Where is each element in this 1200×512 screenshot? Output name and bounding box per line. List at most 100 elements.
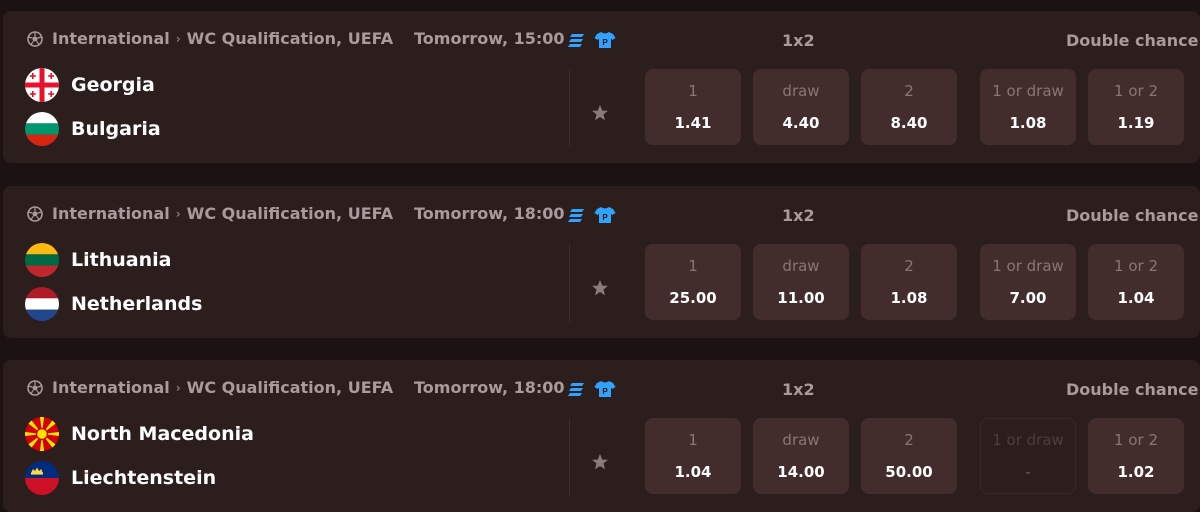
odds-button-draw[interactable]: draw 11.00 — [753, 244, 849, 320]
match-time: Tomorrow, 18:00 — [414, 204, 565, 223]
odds-button-draw[interactable]: draw 14.00 — [753, 418, 849, 494]
odds-value: 1.08 — [890, 289, 928, 307]
odds-button-away-win[interactable]: 2 8.40 — [861, 69, 957, 145]
odds-button-away-win[interactable]: 2 1.08 — [861, 244, 957, 320]
divider — [569, 418, 570, 496]
league-breadcrumb[interactable]: International › WC Qualification, UEFA — [52, 29, 400, 48]
away-team[interactable]: Liechtenstein — [25, 461, 216, 495]
odds-value: 25.00 — [669, 289, 717, 307]
odds-label: 1 or 2 — [1114, 82, 1158, 100]
odds-button-home-or-away[interactable]: 1 or 2 1.04 — [1088, 244, 1184, 320]
league-name: WC Qualification, UEFA — [186, 204, 394, 223]
league-name: WC Qualification, UEFA — [186, 378, 394, 397]
match-header: International › WC Qualification, UEFA Tom… — [3, 11, 1200, 71]
lineup-badge: P — [602, 213, 608, 222]
odds-value: 1.04 — [1117, 289, 1155, 307]
odds-label: 1 or 2 — [1114, 431, 1158, 449]
away-team[interactable]: Netherlands — [25, 287, 202, 321]
odds-button-away-win[interactable]: 2 50.00 — [861, 418, 957, 494]
home-team[interactable]: Lithuania — [25, 243, 171, 277]
match-time: Tomorrow, 15:00 — [414, 29, 565, 48]
odds-button-home-or-draw-disabled: 1 or draw - — [980, 418, 1076, 494]
star-icon[interactable] — [589, 277, 611, 299]
soccer-ball-icon — [27, 380, 43, 396]
match-time: Tomorrow, 18:00 — [414, 378, 565, 397]
odds-label: 2 — [904, 82, 914, 100]
home-team[interactable]: Georgia — [25, 68, 155, 102]
away-team-name: Liechtenstein — [71, 467, 217, 489]
odds-button-home-or-draw[interactable]: 1 or draw 7.00 — [980, 244, 1076, 320]
home-team-name: Georgia — [71, 74, 155, 96]
chevron-right-icon: › — [175, 381, 181, 395]
jersey-icon[interactable]: P — [594, 206, 616, 224]
divider — [569, 244, 570, 322]
home-team[interactable]: North Macedonia — [25, 417, 254, 451]
match-card-georgia-bulgaria: International › WC Qualification, UEFA Tom… — [3, 11, 1200, 163]
match-header: International › WC Qualification, UEFA Tom… — [3, 186, 1200, 246]
odds-label: draw — [782, 82, 820, 100]
odds-label: 1 or draw — [992, 257, 1064, 275]
odds-value: 7.00 — [1009, 289, 1047, 307]
odds-value: 11.00 — [777, 289, 825, 307]
home-team-name: North Macedonia — [71, 423, 254, 445]
odds-label: 1 or draw — [992, 82, 1064, 100]
statistics-icon[interactable] — [568, 207, 586, 223]
odds-button-home-win[interactable]: 1 1.04 — [645, 418, 741, 494]
match-card-north-macedonia-liechtenstein: International › WC Qualification, UEFA Tom… — [3, 360, 1200, 512]
star-icon[interactable] — [589, 102, 611, 124]
league-breadcrumb[interactable]: International › WC Qualification, UEFA — [52, 378, 400, 397]
odds-button-home-win[interactable]: 1 25.00 — [645, 244, 741, 320]
market-title-1x2: 1x2 — [782, 31, 815, 50]
market-title-double-chance: Double chance — [1066, 31, 1199, 50]
lithuania-flag-icon — [25, 243, 59, 277]
odds-button-home-or-draw[interactable]: 1 or draw 1.08 — [980, 69, 1076, 145]
odds-value: 8.40 — [890, 114, 928, 132]
odds-label: 1 — [688, 82, 698, 100]
georgia-flag-icon — [25, 68, 59, 102]
league-breadcrumb[interactable]: International › WC Qualification, UEFA — [52, 204, 400, 223]
sport-label: International — [52, 378, 170, 397]
match-card-lithuania-netherlands: International › WC Qualification, UEFA Tom… — [3, 186, 1200, 338]
star-icon[interactable] — [589, 451, 611, 473]
league-name: WC Qualification, UEFA — [186, 29, 394, 48]
statistics-icon[interactable] — [568, 381, 586, 397]
north-macedonia-flag-icon — [25, 417, 59, 451]
match-header: International › WC Qualification, UEFA Tom… — [3, 360, 1200, 420]
jersey-icon[interactable]: P — [594, 380, 616, 398]
sport-label: International — [52, 29, 170, 48]
market-title-double-chance: Double chance — [1066, 380, 1199, 399]
statistics-icon[interactable] — [568, 32, 586, 48]
odds-value: 1.04 — [674, 463, 712, 481]
odds-value: 14.00 — [777, 463, 825, 481]
odds-button-home-or-away[interactable]: 1 or 2 1.19 — [1088, 69, 1184, 145]
odds-value: 50.00 — [885, 463, 933, 481]
odds-value: 1.08 — [1009, 114, 1047, 132]
jersey-icon[interactable]: P — [594, 31, 616, 49]
odds-label: 1 or draw — [992, 431, 1064, 449]
away-team-name: Bulgaria — [71, 118, 161, 140]
netherlands-flag-icon — [25, 287, 59, 321]
odds-label: 1 — [688, 257, 698, 275]
odds-value: 1.41 — [674, 114, 712, 132]
odds-button-home-or-away[interactable]: 1 or 2 1.02 — [1088, 418, 1184, 494]
away-team-name: Netherlands — [71, 293, 203, 315]
odds-button-home-win[interactable]: 1 1.41 — [645, 69, 741, 145]
odds-label: 2 — [904, 257, 914, 275]
lineup-badge: P — [602, 38, 608, 47]
market-title-1x2: 1x2 — [782, 380, 815, 399]
away-team[interactable]: Bulgaria — [25, 112, 161, 146]
odds-label: 2 — [904, 431, 914, 449]
odds-button-draw[interactable]: draw 4.40 — [753, 69, 849, 145]
odds-label: draw — [782, 257, 820, 275]
soccer-ball-icon — [27, 206, 43, 222]
soccer-ball-icon — [27, 31, 43, 47]
odds-label: 1 — [688, 431, 698, 449]
odds-value: 1.02 — [1117, 463, 1155, 481]
liechtenstein-flag-icon — [25, 461, 59, 495]
odds-value: - — [1025, 463, 1031, 481]
odds-label: 1 or 2 — [1114, 257, 1158, 275]
market-title-double-chance: Double chance — [1066, 206, 1199, 225]
chevron-right-icon: › — [175, 207, 181, 221]
sport-label: International — [52, 204, 170, 223]
home-team-name: Lithuania — [71, 249, 172, 271]
